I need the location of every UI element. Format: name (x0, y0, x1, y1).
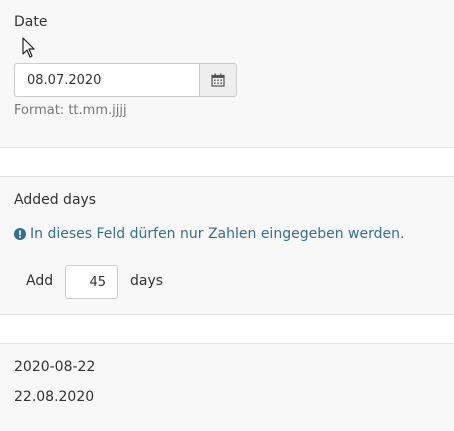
mouse-pointer-icon (22, 37, 35, 58)
calendar-button[interactable] (199, 63, 237, 97)
info-circle-icon (14, 228, 26, 240)
section-divider (0, 147, 454, 177)
info-message: In dieses Feld dürfen nur Zahlen eingege… (14, 226, 404, 242)
days-number-input[interactable] (65, 265, 118, 299)
date-input[interactable] (14, 63, 199, 97)
date-input-group (14, 63, 237, 97)
add-prefix-label: Add (26, 273, 54, 289)
result-local-date: 22.08.2020 (14, 389, 95, 405)
added-days-label: Added days (14, 192, 97, 208)
date-format-hint: Format: tt.mm.jjjj (14, 103, 127, 118)
result-iso-date: 2020-08-22 (14, 359, 96, 375)
info-message-text: In dieses Feld dürfen nur Zahlen eingege… (30, 226, 405, 242)
date-label: Date (14, 14, 48, 30)
result-section (0, 344, 454, 431)
date-section: Date Format: tt.mm.jjjj (0, 0, 454, 147)
section-divider (0, 314, 454, 344)
days-suffix-label: days (130, 273, 164, 289)
calendar-icon (211, 73, 225, 87)
